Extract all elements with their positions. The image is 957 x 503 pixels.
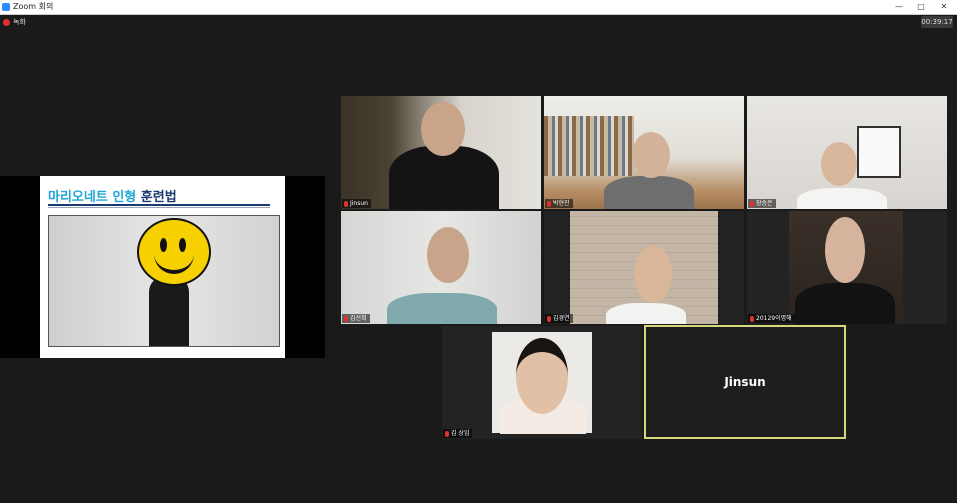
participant-name-label: 장승은 <box>748 199 776 208</box>
video-tile[interactable]: Jinsun <box>341 96 541 209</box>
person-silhouette <box>149 276 189 346</box>
muted-mic-icon <box>344 200 348 207</box>
participant-name-label: 김선희 <box>342 314 370 323</box>
muted-mic-icon <box>750 200 754 207</box>
slide-photo <box>48 215 280 347</box>
slide-title: 마리오네트 인형 훈련법 <box>48 186 177 205</box>
muted-mic-icon <box>445 430 449 437</box>
video-tile[interactable]: 20129이명해 <box>747 211 947 324</box>
shared-slide: 마리오네트 인형 훈련법 <box>40 176 285 358</box>
slide-title-part1: 마리오네트 인형 <box>48 190 137 205</box>
participant-name-label: 20129이명해 <box>748 314 795 323</box>
recording-label: 녹화 <box>13 18 26 26</box>
slide-divider <box>48 204 270 206</box>
participant-name-label: 박현진 <box>545 199 573 208</box>
minimize-button[interactable]: — <box>889 0 909 14</box>
video-tile[interactable]: 박현진 <box>544 96 744 209</box>
video-tile[interactable]: 김 상임 <box>442 326 642 439</box>
video-tile[interactable]: 김선희 <box>341 211 541 324</box>
muted-mic-icon <box>344 315 348 322</box>
meeting-timer: 00:39:17 <box>921 16 953 28</box>
active-speaker-name: Jinsun <box>724 375 766 389</box>
zoom-app-icon <box>2 3 10 11</box>
participant-name-label: Jinsun <box>342 199 371 208</box>
slide-divider-thin <box>48 207 270 208</box>
close-button[interactable]: ✕ <box>934 0 954 14</box>
video-tile[interactable]: 김경연 <box>544 211 744 324</box>
muted-mic-icon <box>547 200 551 207</box>
video-tile[interactable]: 장승은 <box>747 96 947 209</box>
participant-name-label: 김경연 <box>545 314 573 323</box>
restore-button[interactable]: ▢ <box>911 0 931 14</box>
participant-name-label: 김 상임 <box>443 429 473 438</box>
smiley-mouth <box>154 248 194 274</box>
recording-indicator[interactable]: 녹화 <box>3 17 26 27</box>
muted-mic-icon <box>547 315 551 322</box>
smiley-face-icon <box>137 218 211 286</box>
active-speaker-tile[interactable]: Jinsun <box>644 325 846 439</box>
shared-screen[interactable]: 마리오네트 인형 훈련법 <box>0 176 325 358</box>
record-icon <box>3 18 10 26</box>
window-title: Zoom 회의 <box>13 2 54 11</box>
slide-title-part2: 훈련법 <box>136 190 177 205</box>
muted-mic-icon <box>750 315 754 322</box>
window-titlebar: Zoom 회의 — ▢ ✕ <box>0 0 957 15</box>
